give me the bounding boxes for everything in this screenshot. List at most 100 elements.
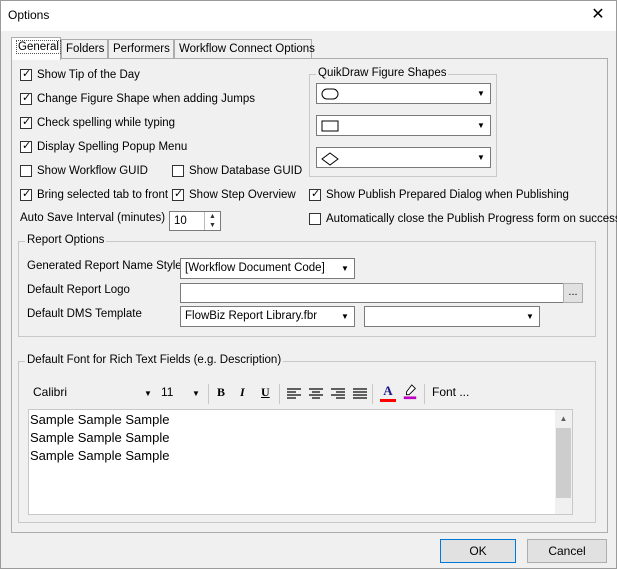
sample-line: Sample Sample Sample bbox=[30, 412, 170, 427]
bold-button[interactable]: B bbox=[217, 385, 225, 400]
font-name-select[interactable]: Calibri bbox=[33, 385, 67, 399]
options-dialog: Options ✕ General Folders Performers Wor… bbox=[0, 0, 617, 569]
scroll-thumb[interactable] bbox=[556, 428, 571, 498]
underline-button[interactable]: U bbox=[261, 385, 270, 400]
quikdraw-shape-3-select[interactable]: ▼ bbox=[316, 147, 491, 168]
auto-save-label: Auto Save Interval (minutes) bbox=[20, 212, 166, 224]
dms-template-secondary-select[interactable]: ▼ bbox=[364, 306, 540, 327]
align-right-icon[interactable] bbox=[330, 386, 346, 402]
chevron-down-icon[interactable]: ▼ bbox=[192, 389, 200, 398]
show-publish-prepared-checkbox[interactable]: Show Publish Prepared Dialog when Publis… bbox=[309, 187, 569, 203]
cancel-button[interactable]: Cancel bbox=[527, 539, 607, 563]
rich-text-toolbar: Calibri ▼ 11 ▼ B I U A Font ... bbox=[28, 381, 573, 407]
checkbox-box[interactable] bbox=[20, 115, 32, 129]
spinner-arrows-icon[interactable]: ▲ ▼ bbox=[204, 212, 220, 230]
dms-template-select[interactable]: FlowBiz Report Library.fbr ▼ bbox=[180, 306, 355, 327]
highlighter-icon[interactable] bbox=[402, 384, 418, 400]
checkbox-label: Change Figure Shape when adding Jumps bbox=[37, 93, 256, 105]
chevron-down-icon[interactable]: ▼ bbox=[144, 389, 152, 398]
scroll-up-icon[interactable]: ▲ bbox=[555, 410, 572, 427]
checkbox-box[interactable] bbox=[20, 139, 32, 153]
quikdraw-title: QuikDraw Figure Shapes bbox=[316, 67, 449, 79]
tab-workflow-connect-options[interactable]: Workflow Connect Options bbox=[174, 39, 315, 59]
sample-line: Sample Sample Sample bbox=[30, 448, 170, 463]
font-size-select[interactable]: 11 bbox=[161, 385, 173, 399]
align-justify-icon[interactable] bbox=[352, 386, 368, 402]
checkbox-box[interactable] bbox=[20, 187, 32, 201]
display-spelling-popup-checkbox[interactable]: Display Spelling Popup Menu bbox=[20, 139, 187, 155]
checkbox-label: Show Publish Prepared Dialog when Publis… bbox=[326, 189, 569, 201]
tab-folders-label: Folders bbox=[66, 43, 105, 55]
checkbox-label: Display Spelling Popup Menu bbox=[37, 141, 188, 153]
font-dialog-button[interactable]: Font ... bbox=[432, 385, 469, 399]
chevron-down-icon[interactable]: ▼ bbox=[473, 149, 489, 166]
toolbar-separator bbox=[424, 384, 425, 404]
tab-performers[interactable]: Performers bbox=[108, 39, 174, 59]
report-name-style-label: Generated Report Name Style bbox=[27, 260, 182, 272]
report-logo-field[interactable] bbox=[180, 283, 564, 303]
checkbox-label: Check spelling while typing bbox=[37, 117, 176, 129]
rich-text-sample[interactable]: Sample Sample Sample Sample Sample Sampl… bbox=[28, 409, 573, 515]
checkbox-box[interactable] bbox=[20, 67, 32, 81]
font-color-swatch bbox=[380, 399, 396, 402]
checkbox-label: Show Database GUID bbox=[189, 165, 303, 177]
sample-line: Sample Sample Sample bbox=[30, 430, 170, 445]
check-spelling-checkbox[interactable]: Check spelling while typing bbox=[20, 115, 175, 131]
show-tip-checkbox[interactable]: Show Tip of the Day bbox=[20, 67, 140, 83]
ok-button[interactable]: OK bbox=[440, 539, 516, 563]
quikdraw-shape-1-select[interactable]: ▼ bbox=[316, 83, 491, 104]
show-workflow-guid-checkbox[interactable]: Show Workflow GUID bbox=[20, 163, 148, 179]
browse-logo-button[interactable]: ... bbox=[563, 283, 583, 303]
bring-selected-tab-checkbox[interactable]: Bring selected tab to front bbox=[20, 187, 168, 203]
tab-general[interactable]: General bbox=[11, 37, 61, 60]
tab-workflow-connect-label: Workflow Connect Options bbox=[179, 43, 315, 55]
window-title: Options bbox=[8, 8, 50, 22]
vertical-scrollbar[interactable]: ▲ bbox=[555, 410, 572, 514]
checkbox-box[interactable] bbox=[309, 187, 321, 201]
checkbox-label: Show Step Overview bbox=[189, 189, 296, 201]
change-figure-shape-checkbox[interactable]: Change Figure Shape when adding Jumps bbox=[20, 91, 255, 107]
italic-button[interactable]: I bbox=[240, 385, 245, 400]
align-left-icon[interactable] bbox=[286, 386, 302, 402]
checkbox-label: Show Workflow GUID bbox=[37, 165, 148, 177]
font-color-icon: A bbox=[383, 383, 393, 398]
quikdraw-shape-2-select[interactable]: ▼ bbox=[316, 115, 491, 136]
diamond-shape-icon bbox=[321, 152, 339, 166]
rounded-oval-shape-icon bbox=[321, 88, 339, 100]
title-bar: Options ✕ bbox=[1, 1, 616, 31]
checkbox-box[interactable] bbox=[172, 187, 184, 201]
checkbox-box[interactable] bbox=[20, 165, 32, 177]
rectangle-shape-icon bbox=[321, 120, 339, 132]
checkbox-label: Bring selected tab to front bbox=[37, 189, 169, 201]
chevron-down-icon[interactable]: ▼ bbox=[522, 308, 538, 325]
report-options-title: Report Options bbox=[25, 234, 107, 246]
dms-template-label: Default DMS Template bbox=[27, 308, 142, 320]
auto-close-publish-checkbox[interactable]: Automatically close the Publish Progress… bbox=[309, 211, 617, 227]
auto-save-value: 10 bbox=[174, 215, 187, 227]
checkbox-box[interactable] bbox=[309, 213, 321, 225]
toolbar-separator bbox=[279, 384, 280, 404]
toolbar-separator bbox=[208, 384, 209, 404]
show-step-overview-checkbox[interactable]: Show Step Overview bbox=[172, 187, 296, 203]
report-name-style-value: [Workflow Document Code] bbox=[185, 262, 325, 274]
tab-performers-label: Performers bbox=[113, 43, 170, 55]
chevron-down-icon[interactable]: ▼ bbox=[337, 260, 353, 277]
report-logo-label: Default Report Logo bbox=[27, 284, 130, 296]
align-center-icon[interactable] bbox=[308, 386, 324, 402]
auto-save-spinner[interactable]: 10 ▲ ▼ bbox=[169, 211, 221, 231]
checkbox-label: Show Tip of the Day bbox=[37, 69, 140, 81]
report-name-style-select[interactable]: [Workflow Document Code] ▼ bbox=[180, 258, 355, 279]
font-color-button[interactable]: A bbox=[379, 383, 397, 403]
checkbox-label: Automatically close the Publish Progress… bbox=[326, 213, 617, 225]
tab-folders[interactable]: Folders bbox=[61, 39, 108, 59]
chevron-down-icon[interactable]: ▼ bbox=[473, 117, 489, 134]
dms-template-value: FlowBiz Report Library.fbr bbox=[185, 310, 318, 322]
toolbar-separator bbox=[372, 384, 373, 404]
chevron-down-icon[interactable]: ▼ bbox=[473, 85, 489, 102]
checkbox-box[interactable] bbox=[172, 165, 184, 177]
checkbox-box[interactable] bbox=[20, 91, 32, 105]
default-font-title: Default Font for Rich Text Fields (e.g. … bbox=[25, 354, 284, 366]
close-icon[interactable]: ✕ bbox=[588, 5, 608, 25]
show-database-guid-checkbox[interactable]: Show Database GUID bbox=[172, 163, 302, 179]
chevron-down-icon[interactable]: ▼ bbox=[337, 308, 353, 325]
